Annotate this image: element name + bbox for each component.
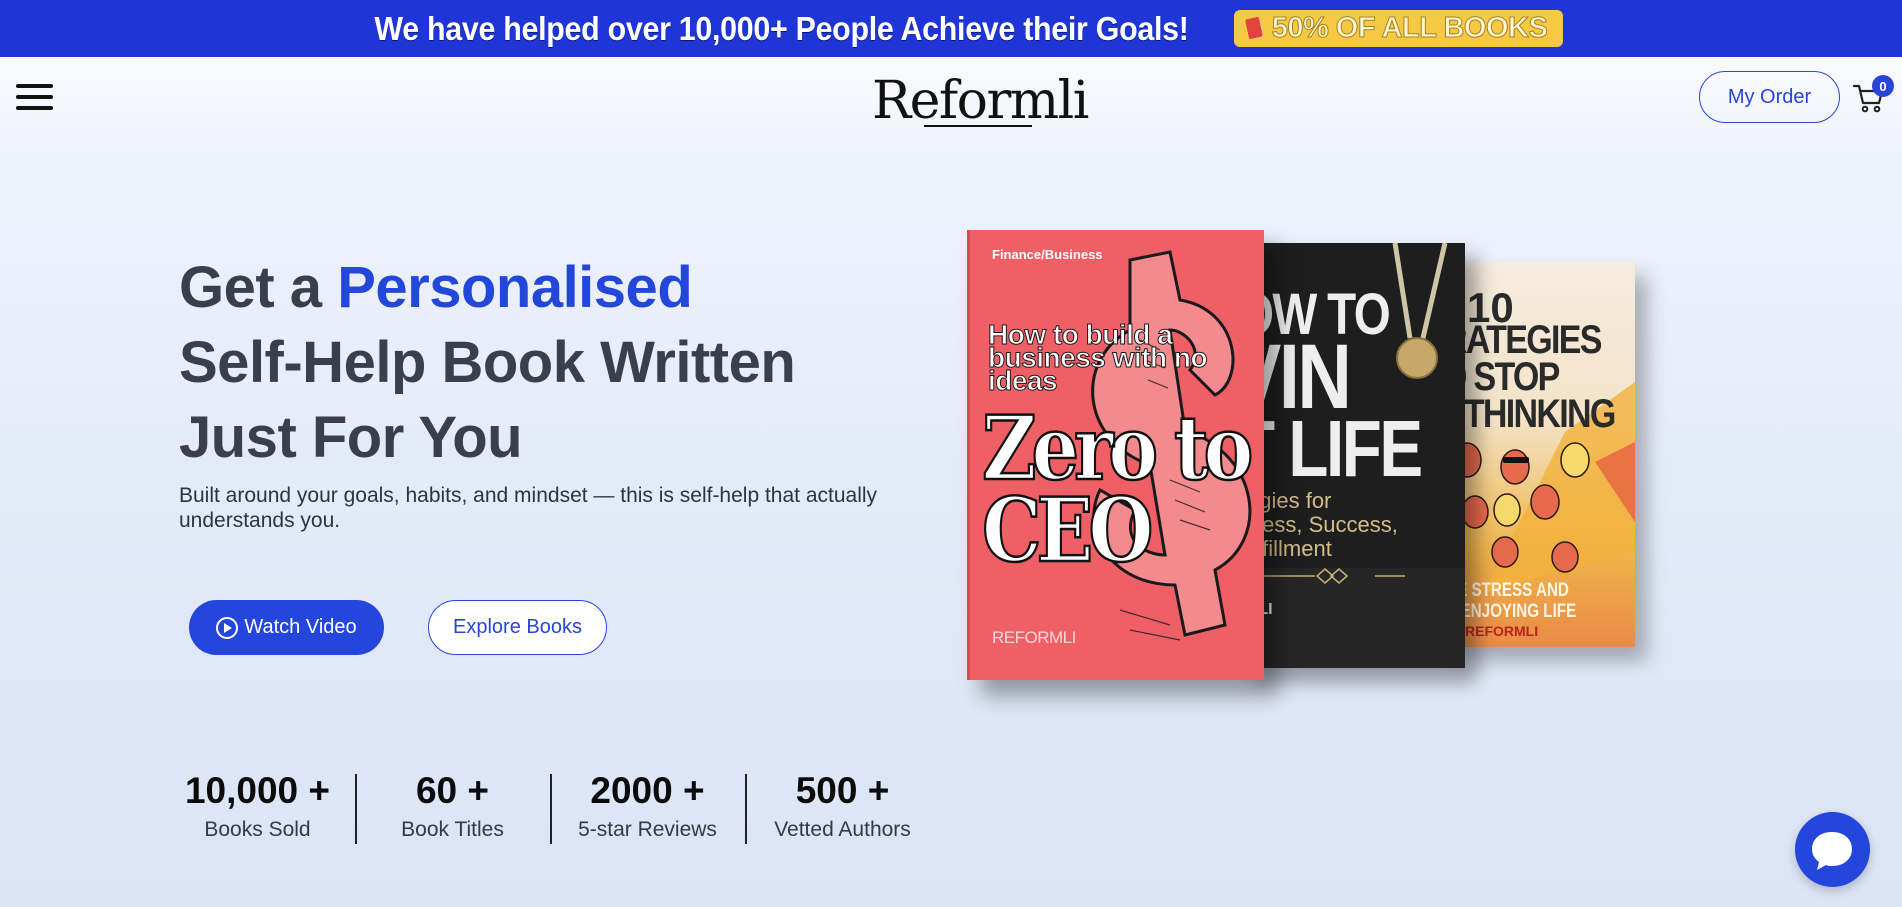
play-icon [216,616,239,639]
book-c-title-4: RTHINKING [1445,392,1616,436]
book-cover-zero-to-ceo[interactable]: Finance/Business How to build a business… [967,230,1264,680]
banner-text: We have helped over 10,000+ People Achie… [374,9,1189,47]
stat-value: 2000 + [590,770,705,811]
my-order-button[interactable]: My Order [1699,71,1840,123]
hero-title: Get a Personalised Self-Help Book Writte… [179,250,899,475]
book-a-publisher: REFORMLI [992,628,1076,647]
book-c-subtitle-1: VE STRESS AND [1447,580,1569,601]
explore-books-button[interactable]: Explore Books [428,600,607,655]
book-cover-stop-overthinking[interactable]: 10 RATEGIES O STOP RTHINKING VE STRESS A… [1445,262,1635,647]
book-a-subtitle-3: ideas [987,365,1058,396]
book-c-subtitle-2: T ENJOYING LIFE [1447,601,1577,622]
stat-value: 10,000 + [184,770,331,811]
stat-label: Books Sold [204,818,311,841]
logo-underline [924,125,1032,127]
stats-row: 10,000 + Books Sold 60 + Book Titles 200… [160,770,940,846]
cart-button[interactable]: 0 [1852,75,1894,117]
hero-subtitle: Built around your goals, habits, and min… [179,484,878,532]
cart-count-badge: 0 [1872,75,1894,97]
stat-reviews: 2000 + 5-star Reviews [550,770,745,846]
book-icon [1244,16,1266,42]
watch-video-button[interactable]: Watch Video [189,600,384,655]
menu-icon[interactable] [16,84,53,110]
book-a-category: Finance/Business [992,247,1103,262]
stat-label: Book Titles [401,818,504,841]
book-a-title-2: CEO [981,478,1155,582]
stat-value: 60 + [415,770,490,811]
chat-bubble-icon [1812,832,1852,870]
discount-badge-label: 50% OF ALL BOOKS [1271,12,1548,45]
discount-badge[interactable]: 50% OF ALL BOOKS [1233,10,1564,47]
watch-video-label: Watch Video [244,616,357,638]
promo-banner: We have helped over 10,000+ People Achie… [0,0,1902,57]
logo[interactable]: Reformli [872,73,1089,133]
stat-label: 5-star Reviews [578,818,717,841]
chat-widget-button[interactable] [1795,812,1870,887]
hero-title-line2: Self-Help Book Written [179,330,796,395]
stat-book-titles: 60 + Book Titles [355,770,550,846]
book-cover-how-to-win-at-life[interactable]: OW TO VIN T LIFE egies for iness, Succes… [1245,243,1465,668]
hero-title-line3: Just For You [179,405,523,470]
logo-text: Reformli [872,71,1089,131]
stat-label: Vetted Authors [774,818,911,841]
stat-value: 500 + [795,770,890,811]
hero-title-prefix: Get a [179,255,322,320]
site-header: Reformli My Order 0 [0,57,1902,137]
stat-authors: 500 + Vetted Authors [745,770,940,846]
stat-books-sold: 10,000 + Books Sold [160,770,355,846]
hero-title-accent: Personalised [337,255,693,320]
book-c-publisher: REFORMLI [1465,623,1539,639]
book-b-title-3: T LIFE [1245,404,1423,493]
book-b-subtitle-2: iness, Success, [1245,512,1398,537]
